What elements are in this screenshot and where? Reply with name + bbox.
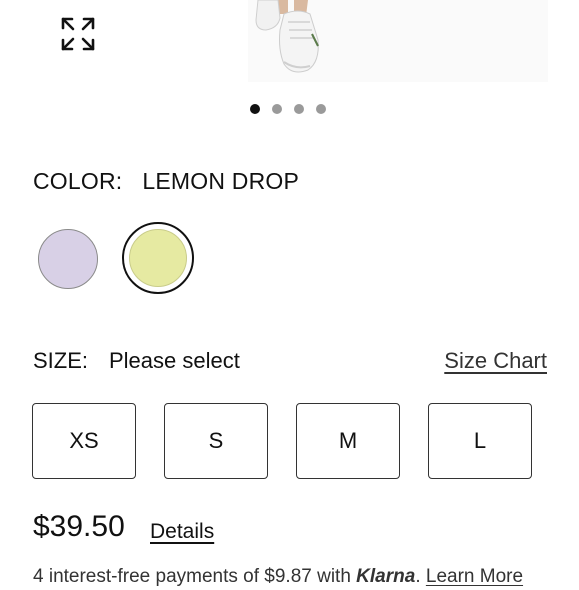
klarna-prefix: 4 interest-free payments of $9.87 with <box>33 566 357 587</box>
expand-icon[interactable] <box>58 14 98 54</box>
pagination-dot[interactable] <box>294 104 304 114</box>
color-swatch-lemon-drop[interactable] <box>122 222 194 294</box>
selected-size-value: Please select <box>109 348 240 373</box>
selected-color-name: LEMON DROP <box>142 168 300 194</box>
product-photo <box>248 0 548 82</box>
size-option-m[interactable]: M <box>296 403 400 479</box>
pagination-dot[interactable] <box>316 104 326 114</box>
swatch-fill <box>129 229 187 287</box>
klarna-message: 4 interest-free payments of $9.87 with K… <box>33 566 579 590</box>
swatch-fill <box>38 229 98 289</box>
size-option-s[interactable]: S <box>164 403 268 479</box>
pagination-dot[interactable] <box>250 104 260 114</box>
size-chart-link[interactable]: Size Chart <box>444 348 547 374</box>
color-swatch-lavender[interactable] <box>38 229 98 289</box>
size-option-l[interactable]: L <box>428 403 532 479</box>
color-swatches <box>38 222 238 296</box>
color-selector-header: COLOR: LEMON DROP <box>33 168 299 195</box>
klarna-separator: . <box>415 566 426 587</box>
size-selector-header: SIZE: Please select Size Chart <box>33 348 547 380</box>
klarna-learn-more-link[interactable]: Learn More <box>426 566 523 587</box>
color-label: COLOR: <box>33 168 123 194</box>
size-label: SIZE: <box>33 348 89 373</box>
price-details-link[interactable]: Details <box>150 520 214 544</box>
product-price: $39.50 <box>33 510 125 543</box>
product-gallery <box>0 0 579 92</box>
gallery-pagination <box>250 103 326 115</box>
size-option-xs[interactable]: XS <box>32 403 136 479</box>
klarna-brand: Klarna <box>356 566 416 587</box>
size-options: XS S M L <box>32 403 536 481</box>
pagination-dot[interactable] <box>272 104 282 114</box>
